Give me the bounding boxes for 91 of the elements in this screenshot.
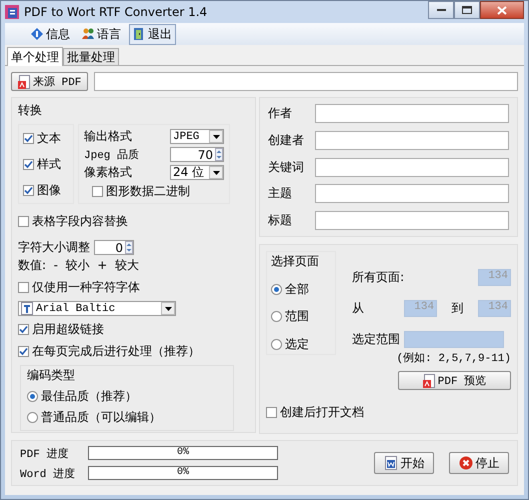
section-title: 转换 <box>18 102 43 119</box>
close-button[interactable] <box>480 1 524 19</box>
text-field[interactable] <box>315 104 509 123</box>
field-label: 所有页面: <box>352 269 404 286</box>
dropdown-arrow-icon <box>212 170 220 174</box>
radio-button[interactable] <box>271 311 282 322</box>
checkbox-label: 仅使用一种字符字体 <box>32 279 140 296</box>
group-title: 选择页面 <box>271 253 320 270</box>
radio-button[interactable] <box>27 412 38 423</box>
field-label: 选定范围 <box>352 331 402 348</box>
pixel-dropdown[interactable]: 24 位 <box>170 165 224 180</box>
close-icon <box>497 6 507 14</box>
tab[interactable]: 单个处理 <box>7 47 63 66</box>
checkbox-label: 创建后打开文档 <box>280 404 364 421</box>
document-icon <box>18 74 30 88</box>
word-document-icon <box>384 456 398 470</box>
field-label: 输出格式 <box>84 128 132 145</box>
progress-reading: 0% <box>176 467 190 479</box>
field-label: 字符大小调整 <box>18 239 90 256</box>
text-field[interactable] <box>315 211 509 230</box>
font-icon <box>21 302 33 315</box>
window-title: PDF to Wort RTF Converter 1.4 <box>24 5 208 19</box>
spinner-icon <box>215 148 223 161</box>
stop-button[interactable]: 停止 <box>449 452 509 474</box>
checkbox-label: 样式 <box>37 156 61 172</box>
field-label: 到 <box>452 300 464 317</box>
tab[interactable]: 批量处理 <box>63 48 119 65</box>
progress-label: PDF 进度 <box>20 446 70 460</box>
document-icon <box>422 374 435 388</box>
spinner-icon <box>125 241 133 254</box>
app-icon <box>5 5 19 19</box>
dropdown-arrow-icon <box>164 306 172 310</box>
field-label: 从 <box>352 300 366 317</box>
minimize-icon <box>436 8 446 12</box>
menu-item[interactable]: 语言 <box>78 24 125 44</box>
checkbox-label: 表格字段内容替换 <box>32 213 128 230</box>
people-icon <box>82 28 94 40</box>
checkbox[interactable] <box>23 132 34 144</box>
radio-label: 全部 <box>285 280 310 298</box>
checkbox[interactable] <box>266 407 278 418</box>
field-label: 主题 <box>268 185 292 202</box>
menu-item[interactable]: 退出 <box>129 24 176 44</box>
checkbox-label: 文本 <box>37 130 61 146</box>
diamond-icon <box>31 28 43 40</box>
font-dropdown[interactable]: Arial Baltic <box>18 301 176 316</box>
group-title: 编码类型 <box>27 367 76 384</box>
number-field[interactable]: 70 <box>170 147 224 162</box>
radio-label: 最佳品质（推荐） <box>41 388 137 405</box>
maximize-button[interactable] <box>454 1 480 19</box>
checkbox[interactable] <box>18 216 29 227</box>
text-field[interactable] <box>315 130 509 150</box>
checkbox-label: 在每页完成后进行处理（推荐） <box>32 343 200 360</box>
progress-reading: 0% <box>176 447 190 459</box>
radio-label: 普通品质（可以编辑） <box>41 409 161 426</box>
text-field[interactable] <box>315 158 509 176</box>
number-field[interactable]: 0 <box>94 240 134 255</box>
door-icon <box>133 28 145 40</box>
radio-button[interactable] <box>271 284 282 295</box>
start-button[interactable]: 开始 <box>374 452 434 474</box>
progress-label: Word 进度 <box>20 466 76 480</box>
field-label: 作者 <box>268 105 292 122</box>
hint-text: 数值: - 较小 + 较大 <box>18 257 140 274</box>
checkbox[interactable] <box>23 158 34 170</box>
format-dropdown[interactable]: JPEG <box>170 129 224 144</box>
minimize-button[interactable] <box>428 1 454 19</box>
checkbox-label: 图形数据二进制 <box>106 183 190 200</box>
pdf-preview-button[interactable]: PDF 预览 <box>398 371 511 390</box>
field-label: 标题 <box>268 212 292 229</box>
file-path-field[interactable] <box>94 72 518 91</box>
menu-item[interactable]: 信息 <box>27 24 74 44</box>
field-label: 创建者 <box>268 132 304 149</box>
checkbox-label: 启用超级链接 <box>32 321 104 338</box>
checkbox[interactable] <box>92 186 103 197</box>
checkbox[interactable] <box>18 282 29 293</box>
example-text: (例如: 2,5,7,9-11) <box>396 351 511 365</box>
dropdown-arrow-icon <box>212 134 220 138</box>
source-pdf-button[interactable]: 来源 PDF <box>11 72 88 91</box>
maximize-icon <box>462 6 472 14</box>
radio-label: 范围 <box>285 308 310 326</box>
radio-button[interactable] <box>27 391 38 402</box>
radio-label: 选定 <box>285 336 310 353</box>
radio-button[interactable] <box>271 338 282 350</box>
checkbox-label: 图像 <box>37 182 61 198</box>
checkbox[interactable] <box>18 324 29 335</box>
close-icon <box>458 456 472 470</box>
text-field[interactable] <box>315 184 509 204</box>
field-label: 关键词 <box>268 158 304 176</box>
checkbox[interactable] <box>18 346 29 357</box>
field-label: Jpeg 品质 <box>84 148 140 162</box>
field-label: 像素格式 <box>84 164 132 181</box>
checkbox[interactable] <box>23 184 34 196</box>
